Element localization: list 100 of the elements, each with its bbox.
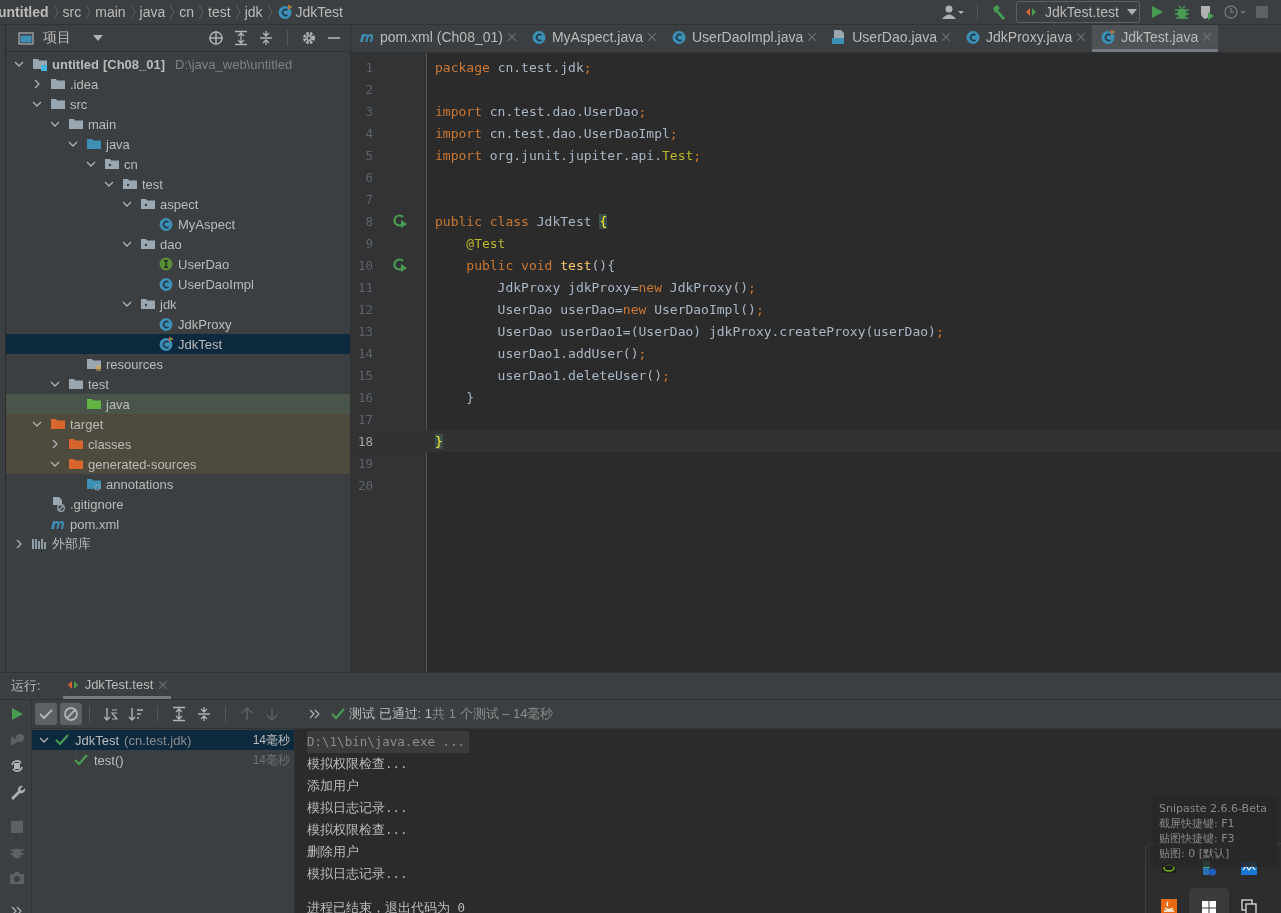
folder-icon bbox=[50, 96, 66, 112]
console-line: 模拟日志记录... bbox=[307, 799, 408, 817]
junit-icon bbox=[66, 678, 79, 691]
run-icon[interactable] bbox=[1149, 4, 1165, 20]
run-tab[interactable]: JdkTest.test bbox=[62, 673, 172, 699]
tree-item[interactable]: target bbox=[6, 414, 350, 434]
tree-item[interactable]: src bbox=[6, 94, 350, 114]
show-ignored-toggle[interactable] bbox=[60, 703, 82, 725]
breadcrumb-item[interactable]: src bbox=[62, 4, 82, 20]
test-class-icon bbox=[158, 336, 174, 352]
coverage-icon[interactable] bbox=[1199, 4, 1215, 20]
package-icon bbox=[140, 236, 156, 252]
wrench-icon[interactable] bbox=[9, 784, 25, 800]
console-line: 进程已结束，退出代码为 0 bbox=[307, 899, 466, 913]
class-icon bbox=[158, 316, 174, 332]
breadcrumb-item[interactable]: test bbox=[208, 4, 231, 20]
package-icon bbox=[104, 156, 120, 172]
expand-chevron-icon[interactable] bbox=[14, 539, 24, 549]
code-line: import org.junit.jupiter.api.Test; bbox=[435, 147, 702, 163]
tree-item[interactable]: generated-sources bbox=[6, 454, 350, 474]
editor-tab[interactable]: UserDao.java bbox=[823, 25, 958, 52]
more-icon[interactable] bbox=[11, 906, 23, 913]
collapse-all-icon[interactable] bbox=[258, 30, 274, 46]
collapse-chevron-icon[interactable] bbox=[14, 59, 24, 69]
window-icon bbox=[18, 30, 34, 46]
code-line: import cn.test.dao.UserDao; bbox=[435, 103, 647, 119]
tree-item[interactable]: .gitignore bbox=[6, 494, 350, 514]
expand-chevron-icon[interactable] bbox=[50, 439, 60, 449]
collapse-chevron-icon[interactable] bbox=[50, 459, 60, 469]
view-dropdown[interactable]: 项目 bbox=[43, 29, 103, 47]
rerun-icon[interactable] bbox=[9, 706, 25, 722]
editor-tab[interactable]: JdkTest.java bbox=[1092, 25, 1219, 52]
sort-duration-icon[interactable] bbox=[128, 706, 144, 722]
collapse-chevron-icon[interactable] bbox=[122, 299, 132, 309]
settings-icon[interactable] bbox=[301, 30, 317, 46]
tree-item[interactable]: pom.xml bbox=[6, 514, 350, 534]
tree-item[interactable]: aspect bbox=[6, 194, 350, 214]
expand-all-icon[interactable] bbox=[171, 706, 187, 722]
user-icon[interactable] bbox=[942, 4, 964, 20]
breadcrumb-item[interactable]: cn bbox=[179, 4, 195, 20]
tree-item[interactable]: test bbox=[6, 174, 350, 194]
collapse-chevron-icon[interactable] bbox=[122, 239, 132, 249]
code-line: UserDao userDao=new UserDaoImpl(); bbox=[496, 301, 764, 317]
tree-item[interactable]: main bbox=[6, 114, 350, 134]
collapse-all-icon[interactable] bbox=[196, 706, 212, 722]
editor-tab[interactable]: UserDaoImpl.java bbox=[663, 25, 824, 52]
tree-item[interactable]: UserDao bbox=[6, 254, 350, 274]
breadcrumb-item[interactable]: java bbox=[139, 4, 166, 20]
tree-item[interactable]: MyAspect bbox=[6, 214, 350, 234]
tree-item[interactable]: untitled [Ch08_01] D:\java_web\untitled bbox=[6, 54, 350, 74]
expand-chevron-icon[interactable] bbox=[32, 79, 42, 89]
tree-item[interactable]: cn bbox=[6, 154, 350, 174]
folder-icon bbox=[68, 436, 84, 452]
tooltip-title: Snipaste 2.6.6-Beta bbox=[1159, 801, 1268, 816]
tree-item[interactable]: resources bbox=[6, 354, 350, 374]
folder-icon bbox=[68, 376, 84, 392]
more-icon[interactable] bbox=[309, 709, 321, 719]
hammer-icon[interactable] bbox=[991, 4, 1007, 20]
tree-item[interactable]: annotations bbox=[6, 474, 350, 494]
breadcrumb-item[interactable]: JdkTest bbox=[276, 4, 343, 20]
breadcrumb-item[interactable]: main bbox=[95, 4, 126, 20]
folder-icon bbox=[68, 116, 84, 132]
folder-icon bbox=[86, 136, 102, 152]
run-configuration-dropdown[interactable]: JdkTest.test bbox=[1016, 1, 1140, 23]
tree-item[interactable]: UserDaoImpl bbox=[6, 274, 350, 294]
tree-item[interactable]: test bbox=[6, 374, 350, 394]
editor-tab[interactable]: JdkProxy.java bbox=[957, 25, 1093, 52]
grid-icon bbox=[1201, 900, 1217, 913]
code-line: JdkProxy jdkProxy=new JdkProxy(); bbox=[496, 279, 756, 295]
tree-item[interactable]: dao bbox=[6, 234, 350, 254]
locate-icon[interactable] bbox=[208, 30, 224, 46]
test-item[interactable]: JdkTest (cn.test.jdk) 14毫秒 bbox=[32, 730, 294, 750]
breadcrumb-item[interactable]: jdk bbox=[244, 4, 263, 20]
show-passed-toggle[interactable] bbox=[35, 703, 57, 725]
debug-icon[interactable] bbox=[1174, 4, 1190, 20]
ignored-file-icon bbox=[50, 496, 66, 512]
tree-item[interactable]: 外部库 bbox=[6, 534, 350, 554]
collapse-chevron-icon[interactable] bbox=[39, 735, 49, 745]
collapse-chevron-icon[interactable] bbox=[50, 379, 60, 389]
expand-all-icon[interactable] bbox=[233, 30, 249, 46]
tree-item[interactable]: classes bbox=[6, 434, 350, 454]
tree-item[interactable]: .idea bbox=[6, 74, 350, 94]
code-line: public class JdkTest { bbox=[435, 213, 608, 229]
class-icon bbox=[671, 29, 687, 45]
tree-item[interactable]: JdkProxy bbox=[6, 314, 350, 334]
test-class-icon bbox=[276, 4, 293, 20]
tree-item[interactable]: jdk bbox=[6, 294, 350, 314]
editor-tab[interactable]: pom.xml (Ch08_01) bbox=[351, 25, 523, 52]
console-line: 模拟权限检查... bbox=[307, 821, 408, 839]
run-test-icon[interactable] bbox=[392, 213, 408, 229]
run-test-icon[interactable] bbox=[392, 257, 408, 273]
tree-item[interactable]: java bbox=[6, 134, 350, 154]
collapse-chevron-icon[interactable] bbox=[32, 419, 42, 429]
auto-rerun-icon[interactable] bbox=[9, 758, 25, 774]
sort-alpha-icon[interactable] bbox=[103, 706, 119, 722]
module-icon bbox=[32, 56, 48, 72]
editor-tab[interactable]: MyAspect.java bbox=[522, 25, 663, 52]
tree-item[interactable]: java bbox=[6, 394, 350, 414]
tree-item[interactable]: JdkTest bbox=[6, 334, 350, 354]
caret-icon bbox=[93, 35, 103, 41]
